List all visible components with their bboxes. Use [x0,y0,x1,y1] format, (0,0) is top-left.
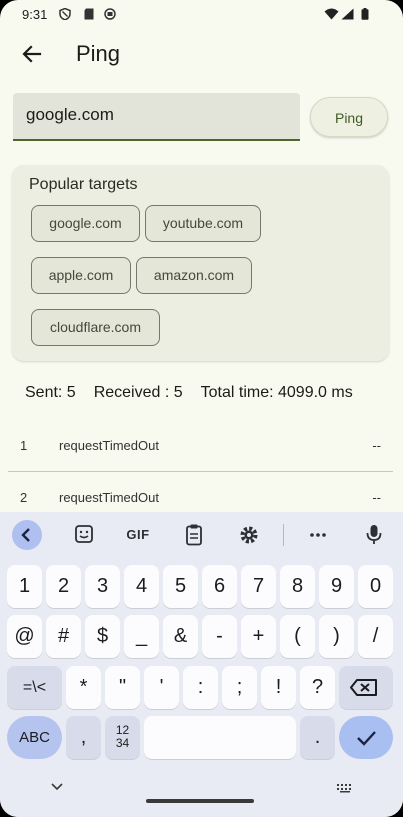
phone-screen: 9:31 Ping Ping [0,0,403,817]
backspace-key[interactable] [339,666,393,709]
app-notification-icon [104,8,116,20]
host-input-field[interactable] [13,93,300,141]
wifi-icon [324,8,339,20]
key-more-symbols[interactable]: =\< [7,666,62,709]
soft-keyboard [0,512,403,817]
abc-key[interactable]: ABC [7,716,62,759]
key-close-paren[interactable]: ) [319,615,354,658]
result-row: 2 requestTimedOut -- [0,485,403,511]
target-chip-youtube[interactable]: youtube.com [145,205,261,242]
app-bar: Ping [0,30,403,80]
host-input[interactable] [26,105,286,125]
key-hash[interactable]: # [46,615,81,658]
ping-button[interactable]: Ping [310,97,388,137]
result-seq: 1 [20,438,28,453]
key-at[interactable]: @ [7,615,42,658]
signal-icon [341,8,354,20]
sd-card-icon [84,8,94,20]
key-period[interactable]: . [300,716,335,759]
key-semicolon[interactable]: ; [222,666,257,709]
sent-count: Sent: 5 [25,384,76,401]
total-time: Total time: 4099.0 ms [200,384,353,401]
backspace-icon [350,679,377,696]
status-bar: 9:31 [0,0,403,30]
home-indicator[interactable] [146,799,254,803]
popular-targets-title: Popular targets [29,176,138,193]
key-single-quote[interactable]: ' [144,666,179,709]
key-comma[interactable]: , [66,716,101,759]
key-double-quote[interactable]: " [105,666,140,709]
result-status: requestTimedOut [59,438,159,453]
back-arrow-icon[interactable] [20,42,44,66]
result-status: requestTimedOut [59,490,159,505]
numpad-key[interactable]: 12 34 [105,716,140,759]
hide-keyboard-chevron-icon[interactable] [50,782,64,792]
key-dollar[interactable]: $ [85,615,120,658]
toolbar-divider [283,524,284,546]
settings-gear-icon[interactable] [235,523,263,547]
key-plus[interactable]: + [241,615,276,658]
clipboard-icon[interactable] [180,523,208,547]
result-time: -- [372,438,381,453]
key-0[interactable]: 0 [358,565,393,608]
key-open-paren[interactable]: ( [280,615,315,658]
key-5[interactable]: 5 [163,565,198,608]
checkmark-icon [357,731,376,746]
received-count: Received : 5 [93,384,183,401]
key-exclamation[interactable]: ! [261,666,296,709]
key-underscore[interactable]: _ [124,615,159,658]
key-1[interactable]: 1 [7,565,42,608]
key-7[interactable]: 7 [241,565,276,608]
result-time: -- [372,490,381,505]
key-2[interactable]: 2 [46,565,81,608]
status-time: 9:31 [22,7,48,22]
key-colon[interactable]: : [183,666,218,709]
microphone-icon[interactable] [360,523,388,547]
chevron-left-icon [21,528,30,542]
more-options-icon[interactable] [304,523,332,547]
collapse-toolbar-button[interactable] [12,520,42,550]
key-minus[interactable]: - [202,615,237,658]
result-row: 1 requestTimedOut -- [0,433,403,459]
gif-button[interactable]: GIF [121,527,155,542]
result-seq: 2 [20,490,28,505]
result-divider [8,471,393,472]
page-title: Ping [76,41,121,66]
target-chip-google[interactable]: google.com [31,205,140,242]
sticker-icon[interactable] [70,523,98,547]
key-3[interactable]: 3 [85,565,120,608]
key-asterisk[interactable]: * [66,666,101,709]
keyboard-switch-icon[interactable] [336,783,354,793]
key-ampersand[interactable]: & [163,615,198,658]
ping-stats: Sent: 5 Received : 5 Total time: 4099.0 ms [25,384,371,402]
key-9[interactable]: 9 [319,565,354,608]
space-key[interactable] [144,716,296,759]
enter-key[interactable] [339,716,393,759]
shield-icon [59,8,71,20]
key-8[interactable]: 8 [280,565,315,608]
target-chip-cloudflare[interactable]: cloudflare.com [31,309,160,346]
target-chip-amazon[interactable]: amazon.com [136,257,252,294]
battery-icon [361,8,369,20]
target-chip-apple[interactable]: apple.com [31,257,131,294]
key-question[interactable]: ? [300,666,335,709]
popular-targets-card: Popular targets google.com youtube.com a… [12,165,389,361]
key-6[interactable]: 6 [202,565,237,608]
key-4[interactable]: 4 [124,565,159,608]
numpad-key-bottom: 34 [115,736,130,750]
key-slash[interactable]: / [358,615,393,658]
